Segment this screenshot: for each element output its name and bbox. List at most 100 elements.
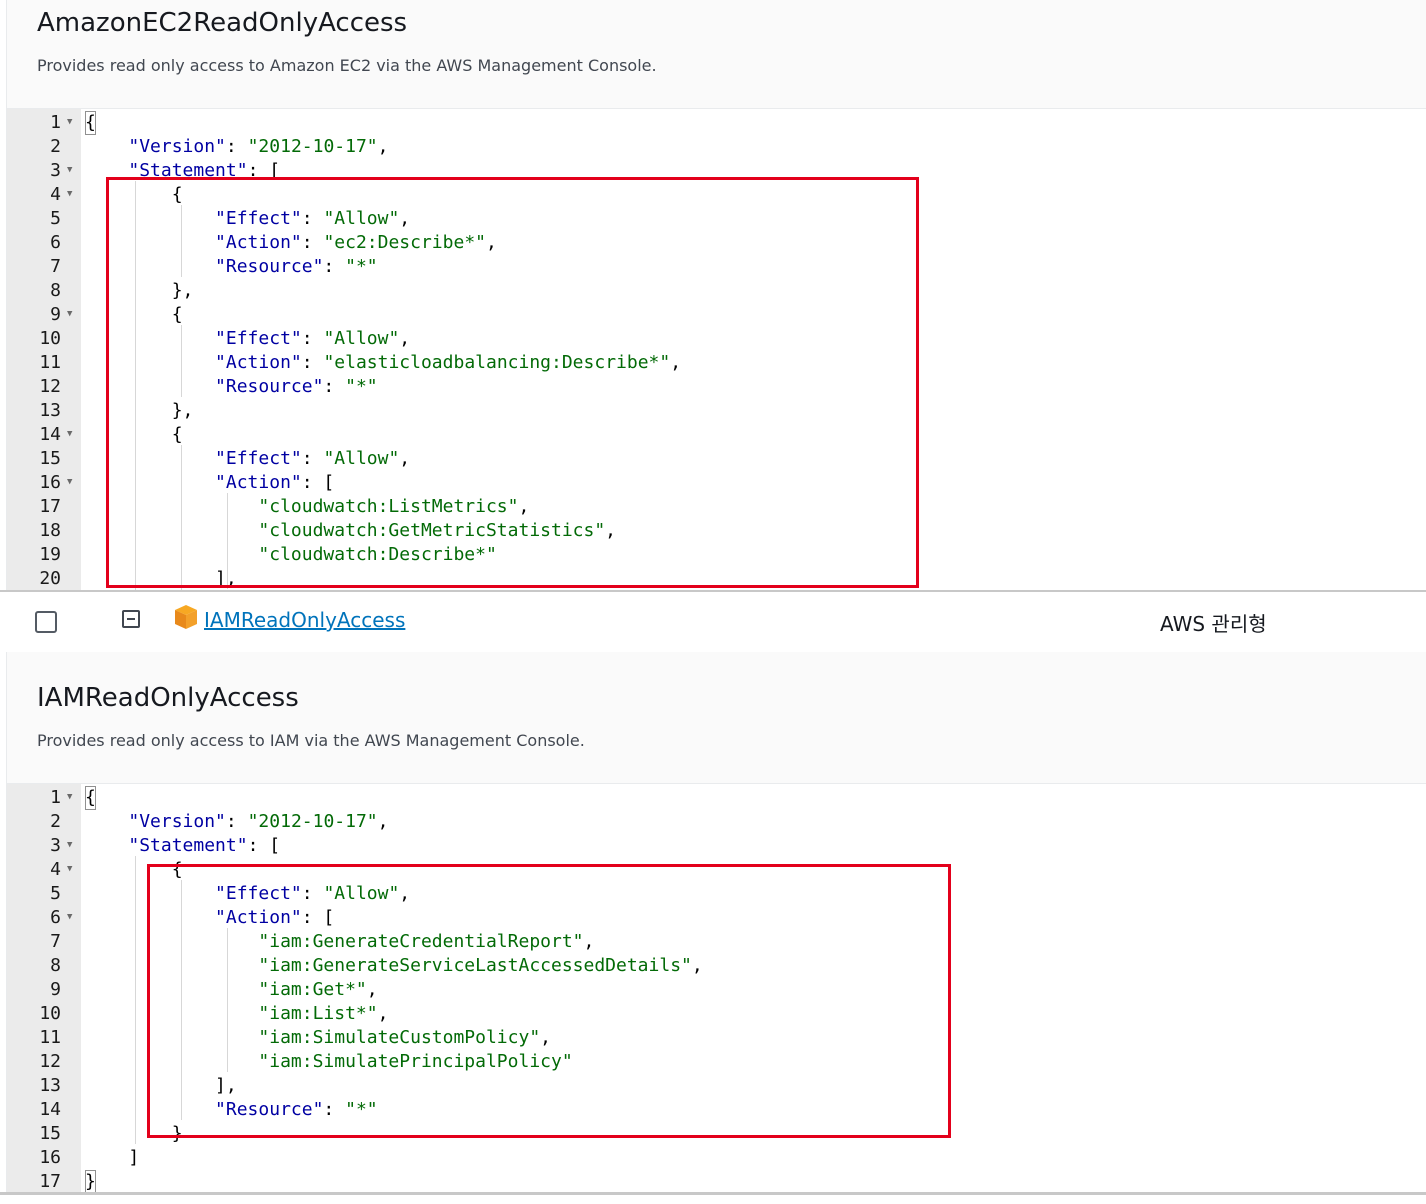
code-text: "Action": [ [215,472,335,493]
line-number: 9 [50,304,61,325]
code-text: "Statement": [ [128,835,281,856]
policy-description: Provides read only access to IAM via the… [37,731,585,750]
policy-json-editor[interactable]: 1 ▼{2 "Version": "2012-10-17", 3 ▼ "Stateme… [7,108,1426,591]
code-line: 2 "Version": "2012-10-17", [7,135,1426,159]
policy-json-editor[interactable]: 1 ▼{2 "Version": "2012-10-17", 3 ▼ "Stateme… [7,783,1426,1193]
code-text: "Action": [ [215,907,335,928]
code-lines: 1 ▼{2 "Version": "2012-10-17", 3 ▼ "Stateme… [7,786,1426,1193]
row-select-checkbox[interactable] [35,611,57,633]
line-number: 15 [39,1123,61,1144]
table-row[interactable]: IAMReadOnlyAccess AWS 관리형 [0,590,1426,654]
line-number: 18 [39,520,61,541]
code-text: } [85,1123,183,1144]
fold-arrow-icon[interactable]: ▼ [67,303,72,325]
code-line: 16 ▼ "Action": [ [7,471,1426,495]
fold-arrow-icon[interactable]: ▼ [67,183,72,205]
code-line: 5 "Effect": "Allow", [7,882,1426,906]
code-text: "iam:GenerateServiceLastAccessedDetails"… [258,955,703,976]
line-number: 10 [39,328,61,349]
code-text: ] [85,1147,140,1168]
code-line: 17} [7,1170,1426,1193]
line-number: 1 [50,112,61,133]
code-line: 10 "iam:List*", [7,1002,1426,1026]
code-text: { [85,859,183,880]
code-line: 16 ] [7,1146,1426,1170]
line-number: 1 [50,787,61,808]
fold-arrow-icon[interactable]: ▼ [67,423,72,445]
policy-title: IAMReadOnlyAccess [37,683,299,713]
line-number: 4 [50,859,61,880]
line-number: 9 [50,979,61,1000]
code-line: 1 ▼ { [7,111,1426,135]
line-number: 12 [39,376,61,397]
code-line: 14 "Resource": "*" [7,1098,1426,1122]
code-line: 8 }, [7,279,1426,303]
collapse-minus-icon[interactable] [122,610,140,628]
code-text: "iam:SimulatePrincipalPolicy" [258,1051,573,1072]
divider [0,1192,1426,1195]
line-number: 17 [39,1171,61,1192]
code-text: "Action": "ec2:Describe*", [215,232,497,253]
code-line: 9 ▼ { [7,303,1426,327]
code-text: ], [85,568,237,589]
code-line: 7 "iam:GenerateCredentialReport", [7,930,1426,954]
code-line: 13 ], [7,1074,1426,1098]
fold-arrow-icon[interactable]: ▼ [67,858,72,880]
line-number: 11 [39,1027,61,1048]
code-line: 14 ▼ { [7,423,1426,447]
code-text: "Resource": "*" [215,1099,378,1120]
code-text: }, [85,400,194,421]
line-number: 13 [39,1075,61,1096]
policy-name-link[interactable]: IAMReadOnlyAccess [204,608,405,632]
line-number: 13 [39,400,61,421]
code-line: 6 "Action": "ec2:Describe*", [7,231,1426,255]
code-text: "Statement": [ [128,160,281,181]
code-text: "Action": "elasticloadbalancing:Describe… [215,352,682,373]
code-text: { [85,304,183,325]
code-line: 19 "cloudwatch:Describe*" [7,543,1426,567]
policy-details-panel-iam: IAMReadOnlyAccess Provides read only acc… [6,652,1426,1193]
code-line: 17 "cloudwatch:ListMetrics", [7,495,1426,519]
policy-description: Provides read only access to Amazon EC2 … [37,56,657,75]
code-text: "iam:List*", [258,1003,389,1024]
policy-type-label: AWS 관리형 [1160,612,1267,636]
code-line: 11 "iam:SimulateCustomPolicy", [7,1026,1426,1050]
fold-arrow-icon[interactable]: ▼ [67,906,72,928]
line-number: 15 [39,448,61,469]
code-text: { [85,424,183,445]
line-number: 6 [50,907,61,928]
aws-policy-cube-icon [175,605,197,629]
fold-arrow-icon[interactable]: ▼ [67,786,72,808]
code-line: 7 "Resource": "*" [7,255,1426,279]
code-text: "Effect": "Allow", [215,328,411,349]
code-line: 20 ], [7,567,1426,591]
line-number: 11 [39,352,61,373]
policy-title: AmazonEC2ReadOnlyAccess [37,8,408,38]
line-number: 2 [50,811,61,832]
fold-arrow-icon[interactable]: ▼ [67,111,72,133]
line-number: 6 [50,232,61,253]
line-number: 7 [50,256,61,277]
code-line: 18 "cloudwatch:GetMetricStatistics", [7,519,1426,543]
code-text: "iam:Get*", [258,979,378,1000]
line-number: 7 [50,931,61,952]
code-text: "Version": "2012-10-17", [128,811,389,832]
code-line: 4 ▼ { [7,858,1426,882]
line-number: 3 [50,835,61,856]
code-line: 1 ▼ { [7,786,1426,810]
line-number: 10 [39,1003,61,1024]
code-line: 12 "iam:SimulatePrincipalPolicy" [7,1050,1426,1074]
code-line: 3 ▼ "Statement": [ [7,834,1426,858]
code-text: "Version": "2012-10-17", [128,136,389,157]
line-number: 14 [39,424,61,445]
code-line: 4 ▼ { [7,183,1426,207]
code-text: "Resource": "*" [215,256,378,277]
fold-arrow-icon[interactable]: ▼ [67,834,72,856]
code-line: 2 "Version": "2012-10-17", [7,810,1426,834]
fold-arrow-icon[interactable]: ▼ [67,159,72,181]
line-number: 16 [39,1147,61,1168]
fold-arrow-icon[interactable]: ▼ [67,471,72,493]
line-number: 5 [50,208,61,229]
line-number: 12 [39,1051,61,1072]
code-text: "iam:GenerateCredentialReport", [258,931,595,952]
